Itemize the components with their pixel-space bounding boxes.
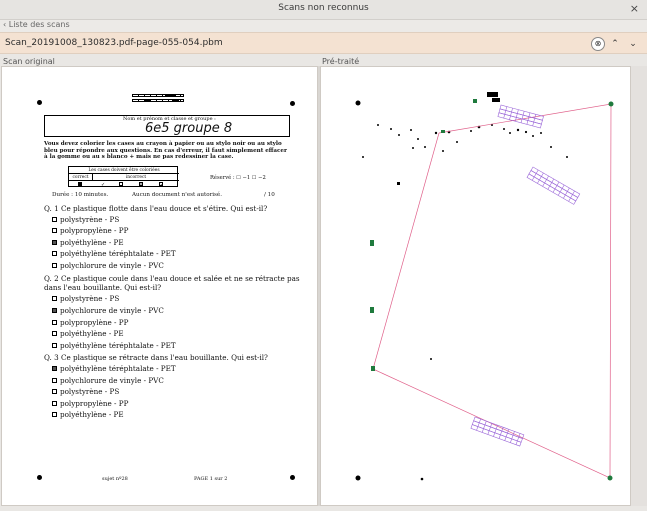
answer-checkbox [52,263,57,268]
q1-option: polystyrène - PS [52,215,119,224]
answer-checkbox [52,251,57,256]
detected-boxes [470,104,581,447]
q3-option: polypropylène - PP [52,399,128,408]
list-toggle-label[interactable]: ‹ Liste des scans [3,20,70,29]
q1-option: polyéthylène - PE [52,238,124,247]
q1-option: polyéthylène téréphtalate - PET [52,249,176,258]
q3-option: polystyrène - PS [52,387,119,396]
q2-option: polystyrène - PS [52,294,119,303]
legend-box: Les cases doivent être coloriées correct… [68,166,179,188]
detected-frame [372,103,612,479]
side-scroll-area[interactable] [631,66,647,506]
original-scan-pane[interactable]: Nom et prénom et classe et groupe : 6e5 … [1,66,318,506]
chevron-down-icon[interactable]: ⌄ [626,37,640,51]
duration-text: Durée : 10 minutes. [52,192,109,198]
list-toggle-bar[interactable]: ‹ Liste des scans [0,20,647,32]
corner-mark [37,475,42,480]
no-docs-text: Aucun document n'est autorisé. [132,192,223,198]
q2-option: polyéthylène - PE [52,329,124,338]
q3-option: polyéthylène - PE [52,410,124,419]
original-panel-label: Scan original [3,57,55,66]
answer-checkbox [52,378,57,383]
question-2-title: Q. 2 Ce plastique coule dans l'eau douce… [44,274,300,283]
name-box: Nom et prénom et classe et groupe : 6e5 … [44,115,290,137]
answer-checkbox [52,228,57,233]
answer-checkbox [52,412,57,417]
close-icon[interactable]: × [630,2,639,15]
chevron-up-icon[interactable]: ⌃ [608,37,622,51]
answer-checkbox [52,217,57,222]
clear-icon[interactable]: ⊗ [591,37,605,51]
answer-checkbox-checked [52,240,57,245]
legend-correct: correct [69,174,93,181]
handwritten-name: 6e5 groupe 8 [145,121,233,136]
answer-checkbox [52,401,57,406]
answer-checkbox [52,343,57,348]
question-2-title-cont: dans l'eau bouillante. Qui est-il? [44,283,162,292]
answer-checkbox [52,389,57,394]
question-3-title: Q. 3 Ce plastique se rétracte dans l'eau… [44,353,268,362]
q1-option: polychlorure de vinyle - PVC [52,261,164,270]
file-bar: Scan_20191008_130823.pdf-page-055-054.pb… [0,32,647,54]
q1-option: polypropylène - PP [52,226,128,235]
score-text: / 10 [264,192,275,198]
question-1-title: Q. 1 Ce plastique flotte dans l'eau douc… [44,204,268,213]
noise-specks [355,92,568,481]
answer-checkbox [52,296,57,301]
answer-checkbox [52,320,57,325]
footer-page: PAGE 1 sur 2 [194,476,228,482]
legend-incorrect: incorrect [93,174,179,181]
instructions: Vous devez colorier les cases au crayon … [44,141,287,160]
q3-option: polyéthylène téréphtalate - PET [52,364,176,373]
answer-checkbox-checked [52,308,57,313]
corner-mark [290,475,295,480]
legend-title: Les cases doivent être coloriées [69,167,179,174]
window-titlebar: Scans non reconnus × [0,0,647,20]
window-title: Scans non reconnus [278,3,369,13]
scan-document: Nom et prénom et classe et groupe : 6e5 … [2,67,319,507]
q2-option: polyéthylène téréphtalate - PET [52,341,176,350]
corner-mark [37,100,42,105]
processed-scan-canvas [355,92,614,481]
answer-checkbox-checked [52,366,57,371]
footer-subject: sujet nº28 [102,476,128,482]
answer-checkbox [52,331,57,336]
processed-scan-pane[interactable] [320,66,631,506]
corner-mark [290,101,295,106]
q2-option: polychlorure de vinyle - PVC [52,306,164,315]
reserved-label: Réservé : ☐ −1 ☐ −2 [210,175,266,181]
q2-option: polypropylène - PP [52,318,128,327]
file-name: Scan_20191008_130823.pdf-page-055-054.pb… [5,38,223,48]
processed-panel-label: Pré-traité [322,57,360,66]
q3-option: polychlorure de vinyle - PVC [52,376,164,385]
